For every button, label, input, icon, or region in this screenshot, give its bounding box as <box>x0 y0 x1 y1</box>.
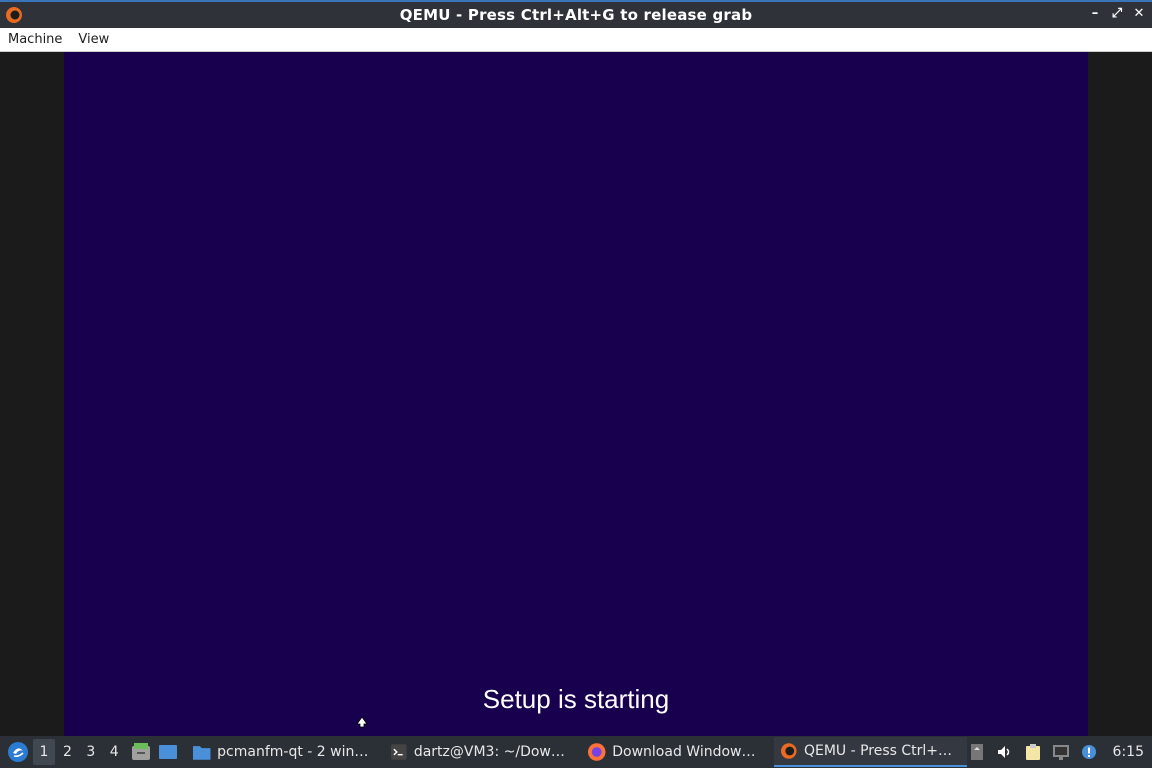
vm-display-area[interactable]: Setup is starting <box>0 52 1152 736</box>
task-qemu[interactable]: QEMU - Press Ctrl+Al... <box>774 737 967 767</box>
task-firefox[interactable]: Download Windows ... <box>581 737 769 767</box>
menu-bar: Machine View <box>0 28 1152 52</box>
task-terminal[interactable]: dartz@VM3: ~/Down... <box>384 737 574 767</box>
window-title: QEMU - Press Ctrl+Alt+G to release grab <box>399 6 753 24</box>
maximize-button[interactable]: ⤢ <box>1110 6 1124 21</box>
network-icon <box>1052 745 1069 760</box>
setup-status-text: Setup is starting <box>482 684 670 714</box>
tray-network[interactable] <box>1051 742 1071 762</box>
drive-icon <box>970 744 983 760</box>
clock[interactable]: 6:15 <box>1113 744 1144 760</box>
menu-view[interactable]: View <box>78 32 109 47</box>
tray-drive[interactable] <box>967 742 987 762</box>
workspace-1[interactable]: 1 <box>33 739 55 765</box>
file-manager-icon <box>131 743 150 760</box>
volume-icon <box>997 746 1009 758</box>
task-label: pcmanfm-qt - 2 wind... <box>217 744 373 760</box>
quicklaunch-desktop[interactable] <box>156 740 179 764</box>
menu-machine[interactable]: Machine <box>8 32 62 47</box>
window-titlebar[interactable]: QEMU - Press Ctrl+Alt+G to release grab … <box>0 0 1152 28</box>
quicklaunch-file-manager[interactable] <box>129 740 152 764</box>
terminal-icon <box>391 744 407 760</box>
firefox-icon <box>587 743 606 761</box>
window-controls: – ⤢ ✕ <box>1088 6 1146 21</box>
notification-icon <box>1081 745 1096 759</box>
task-label: Download Windows ... <box>612 744 763 760</box>
minimize-button[interactable]: – <box>1088 6 1102 21</box>
start-menu-icon <box>7 742 28 762</box>
tray-notification[interactable] <box>1079 742 1099 762</box>
workspace-4[interactable]: 4 <box>104 739 125 765</box>
guest-screen[interactable]: Setup is starting <box>64 52 1088 736</box>
folder-icon <box>192 746 211 760</box>
workspace-2[interactable]: 2 <box>57 739 78 765</box>
task-label: dartz@VM3: ~/Down... <box>413 744 569 760</box>
start-menu-button[interactable] <box>4 738 31 766</box>
task-pcmanfm[interactable]: pcmanfm-qt - 2 wind... <box>186 737 379 767</box>
workspace-3[interactable]: 3 <box>80 739 101 765</box>
tray-volume[interactable] <box>995 742 1015 762</box>
clipboard-icon <box>1025 744 1040 760</box>
close-button[interactable]: ✕ <box>1132 6 1146 21</box>
mouse-cursor-icon <box>356 716 368 728</box>
task-label: QEMU - Press Ctrl+Al... <box>803 743 961 759</box>
tray-clipboard[interactable] <box>1023 742 1043 762</box>
qemu-icon <box>781 743 797 759</box>
show-desktop-icon <box>159 745 178 759</box>
taskbar: 1 2 3 4 pcmanfm-qt - 2 wind... dartz@VM3… <box>0 736 1152 768</box>
system-tray: 6:15 <box>967 742 1152 762</box>
